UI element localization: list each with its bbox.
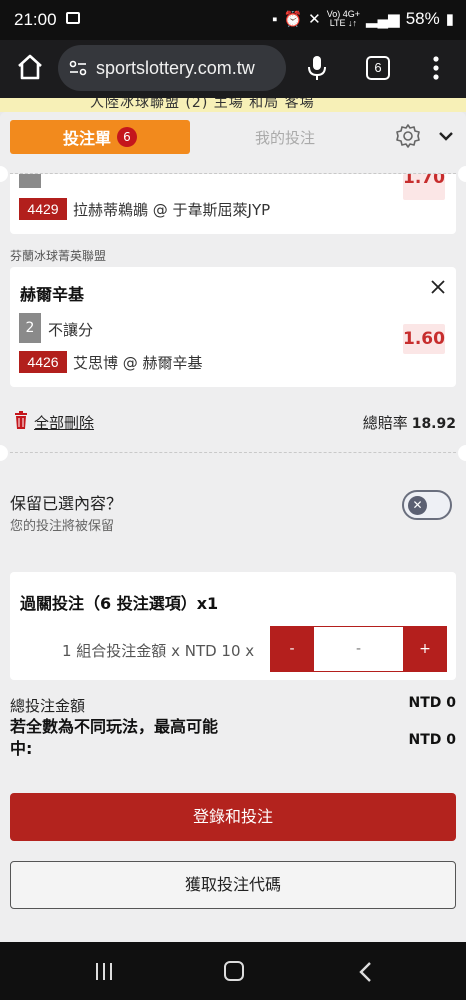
close-icon[interactable] — [430, 279, 446, 295]
login-and-bet-button[interactable]: 登錄和投注 — [10, 793, 456, 841]
selection-code: 4426 — [19, 351, 67, 373]
background-page-peek: 人陸冰球聯盟 (2) 主場 和局 客場 — [0, 98, 466, 112]
betslip-count-badge: 6 — [117, 127, 137, 147]
delete-all-link[interactable]: 全部刪除 — [34, 412, 94, 433]
site-settings-icon[interactable] — [68, 58, 88, 78]
back-icon[interactable] — [358, 961, 372, 983]
selection-code: 4429 — [19, 198, 67, 220]
microphone-icon[interactable] — [306, 54, 328, 82]
league-name: 芬蘭冰球菁英聯盟 — [10, 249, 107, 263]
toggle-off-icon: ✕ — [408, 496, 427, 515]
parlay-description: 1 組合投注金額 x NTD 10 x — [62, 642, 255, 660]
address-bar[interactable]: sportslottery.com.tw — [58, 45, 286, 91]
tab-betslip[interactable]: 投注單 6 — [10, 120, 190, 154]
odds-box[interactable]: 1.70 — [403, 174, 445, 200]
network-bottom: LTE ↓↑ — [329, 18, 358, 28]
odds-box[interactable]: 1.60 — [403, 324, 445, 354]
browser-toolbar: sportslottery.com.tw 6 — [0, 40, 466, 98]
url-text[interactable]: sportslottery.com.tw — [96, 58, 255, 79]
mute-icon: ✕ — [308, 11, 321, 28]
stake-input[interactable]: - — [314, 626, 403, 672]
status-bar: 21:00 ▪ ⏰ ✕ Vo) 4G+ LTE ↓↑ ▂▄▆ 58% ▮ — [0, 0, 466, 40]
signal-icon: ▂▄▆ — [366, 11, 400, 28]
status-icons: ▪ ⏰ ✕ Vo) 4G+ LTE ↓↑ ▂▄▆ 58% ▮ — [272, 9, 454, 29]
system-navigation-bar — [0, 942, 466, 1000]
odds-value: 1.70 — [403, 174, 445, 188]
more-menu-icon[interactable] — [428, 54, 444, 82]
parlay-card: 過關投注（6 投注選項）x1 1 組合投注金額 x NTD 10 x - - + — [10, 572, 456, 680]
odds-value: 1.60 — [403, 329, 445, 349]
home-button-icon[interactable] — [224, 961, 244, 981]
total-odds-value: 18.92 — [411, 416, 456, 432]
status-time: 21:00 — [14, 10, 57, 29]
market-name: 不讓分 — [48, 321, 94, 339]
decrease-stake-button[interactable]: - — [270, 626, 314, 672]
tab-my-bets[interactable]: 我的投注 — [200, 120, 370, 154]
recent-apps-icon[interactable] — [94, 963, 114, 980]
total-stake-value: NTD 0 — [408, 695, 456, 711]
selection-card: 1.70 4429 拉赫蒂鵜鶘 @ 于韋斯屈萊JYP — [10, 174, 456, 234]
parlay-title: 過關投注（6 投注選項）x1 — [20, 594, 219, 613]
increase-stake-button[interactable]: + — [403, 626, 447, 672]
market-number-box: 2 — [19, 313, 41, 343]
betslip-panel: 投注單 6 我的投注 1.70 4429 拉赫蒂鵜鶘 @ 于韋斯屈萊JYP 芬蘭… — [0, 112, 466, 942]
keep-selections-toggle[interactable]: ✕ — [402, 490, 452, 520]
total-odds-label: 總賠率 — [362, 414, 408, 432]
peek-text: 人陸冰球聯盟 (2) 主場 和局 客場 — [90, 98, 315, 111]
selection-name: 拉赫蒂鵜鶘 @ 于韋斯屈萊JYP — [73, 201, 271, 219]
stake-stepper: - - + — [270, 626, 447, 672]
battery-level: 58% — [405, 9, 440, 28]
keep-selections-subtitle: 您的投注將被保留 — [10, 519, 115, 534]
total-stake-label: 總投注金額 — [10, 697, 86, 715]
home-icon[interactable] — [15, 52, 45, 82]
max-payout-value: NTD 0 — [408, 732, 456, 748]
selection-name: 艾思博 @ 赫爾辛基 — [73, 354, 203, 372]
tab-switcher-button[interactable]: 6 — [366, 56, 390, 80]
market-number-box — [19, 174, 41, 188]
battery-icon: ▮ — [445, 11, 454, 28]
team-name: 赫爾辛基 — [20, 285, 85, 304]
tab-betslip-label: 投注單 — [62, 129, 111, 148]
chevron-down-icon[interactable] — [438, 130, 454, 142]
max-payout-label: 若全數為不同玩法，最高可能中: — [10, 717, 219, 758]
total-odds: 總賠率 18.92 — [363, 412, 456, 433]
alarm-icon: ⏰ — [283, 11, 303, 28]
gear-icon[interactable] — [394, 122, 422, 150]
gallery-notification-icon — [66, 12, 80, 24]
keep-selections-title: 保留已選內容？ — [10, 494, 123, 513]
nfc-icon: ▪ — [272, 10, 278, 28]
network-indicator: Vo) 4G+ LTE ↓↑ — [327, 10, 360, 28]
trash-icon[interactable] — [14, 411, 28, 429]
selection-card: 赫爾辛基 2 不讓分 1.60 4426 艾思博 @ 赫爾辛基 — [10, 267, 456, 387]
get-bet-code-button[interactable]: 獲取投注代碼 — [10, 861, 456, 909]
divider — [0, 445, 466, 461]
